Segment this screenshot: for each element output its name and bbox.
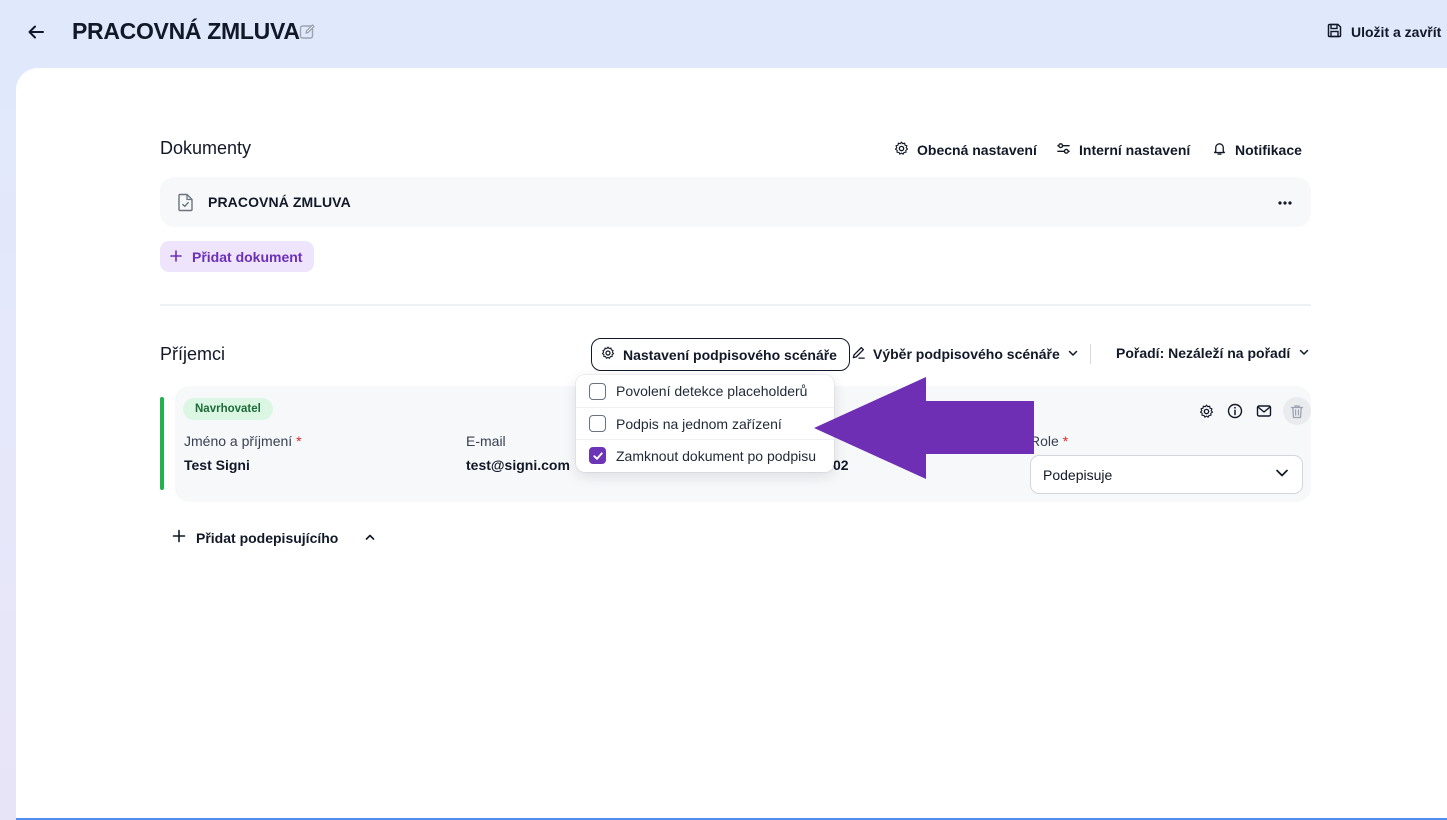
sliders-icon [1056,141,1071,159]
recipient-settings-gear-icon[interactable] [1196,401,1216,421]
signing-scenario-settings-label: Nastavení podpisového scénáře [623,346,837,363]
dropdown-option-lock-document[interactable]: Zamknout dokument po podpisu [576,439,834,471]
add-signer-label: Přidat podepisujícího [196,529,339,546]
internal-settings-button[interactable]: Interní nastavení [1056,140,1190,160]
section-divider [160,304,1311,306]
signing-scenario-settings-dropdown: Povolení detekce placeholderů Podpis na … [576,375,834,472]
add-document-button[interactable]: Přidat dokument [160,241,315,272]
internal-settings-label: Interní nastavení [1079,142,1191,158]
document-row[interactable]: PRACOVNÁ ZMLUVA [160,177,1311,227]
recipient-role-badge: Navrhovatel [183,398,273,420]
chevron-down-icon [1274,465,1290,484]
save-and-close-label: Uložit a zavřít [1351,24,1442,40]
pencil-icon [851,345,866,363]
save-icon [1326,22,1343,42]
recipient-email-value[interactable]: test@signi.com [466,457,570,473]
bell-icon [1212,141,1227,159]
notifications-button[interactable]: Notifikace [1212,140,1302,160]
top-bar: PRACOVNÁ ZMLUVA Uložit a zavřít [0,0,1447,68]
dropdown-option-label: Povolení detekce placeholderů [616,383,808,399]
general-settings-button[interactable]: Obecná nastavení [894,140,1037,160]
toolbar-separator [1090,344,1091,364]
dropdown-option-single-device[interactable]: Podpis na jednom zařízení [576,407,834,439]
more-options-icon[interactable] [1277,190,1293,211]
dropdown-option-placeholder-detection[interactable]: Povolení detekce placeholderů [576,375,834,407]
chevron-down-icon [1067,346,1079,362]
signing-scenario-select-label: Výběr podpisového scénáře [873,346,1060,362]
plus-icon [172,529,186,546]
recipient-status-bar [160,397,164,490]
role-select-value: Podepisuje [1043,466,1113,483]
gear-icon [601,346,615,363]
chevron-up-icon[interactable] [364,530,376,546]
signing-scenario-settings-button[interactable]: Nastavení podpisového scénáře [591,338,850,371]
signing-order-select[interactable]: Pořadí: Nezáleží na pořadí [1116,345,1310,361]
documents-section-title: Dokumenty [160,138,252,158]
recipient-actions [1196,397,1311,425]
recipient-name-value[interactable]: Test Signi [184,457,250,473]
edit-title-icon[interactable] [299,23,317,41]
mail-icon[interactable] [1254,401,1274,421]
document-name: PRACOVNÁ ZMLUVA [208,194,351,210]
notifications-label: Notifikace [1235,142,1302,158]
chevron-down-icon [1298,345,1310,361]
name-field-label: Jméno a příjmení * [184,433,302,449]
signing-scenario-select[interactable]: Výběr podpisového scénáře [851,345,1079,363]
info-icon[interactable] [1225,401,1245,421]
recipient-phone-value[interactable]: 02 [833,457,849,473]
back-arrow-icon[interactable] [24,20,48,44]
checkbox-checked-icon[interactable] [589,447,606,464]
recipients-section-title: Příjemci [160,344,226,364]
general-settings-label: Obecná nastavení [917,142,1037,158]
dropdown-option-label: Zamknout dokument po podpisu [616,447,817,464]
role-select[interactable]: Podepisuje [1030,455,1303,494]
dropdown-option-label: Podpis na jednom zařízení [616,415,782,432]
document-title: PRACOVNÁ ZMLUVA [72,18,300,44]
checkbox-unchecked-icon[interactable] [589,415,606,432]
gear-icon [894,141,909,159]
add-signer-button[interactable]: Přidat podepisujícího [172,529,376,546]
save-and-close-button[interactable]: Uložit a zavřít [1326,22,1441,42]
email-field-label: E-mail [466,433,506,449]
add-document-label: Přidat dokument [192,248,303,265]
checkbox-unchecked-icon[interactable] [589,382,606,400]
plus-icon [170,249,182,265]
trash-icon[interactable] [1283,397,1311,425]
role-field-label: Role * [1030,433,1069,449]
file-check-icon [177,193,194,217]
signing-order-label: Pořadí: Nezáleží na pořadí [1116,345,1291,361]
